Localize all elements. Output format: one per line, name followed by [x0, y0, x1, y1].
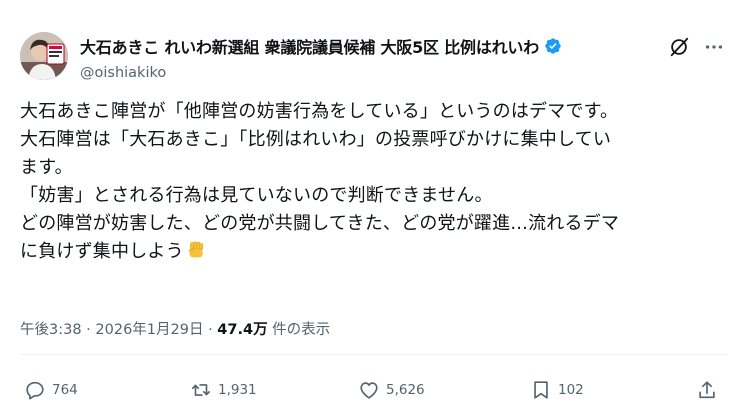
- divider: [20, 354, 728, 355]
- tweet-line: ます。: [20, 157, 73, 178]
- tweet-line-last: に負けず集中しよう: [20, 238, 732, 266]
- like-count: 5,626: [386, 382, 425, 398]
- author-handle[interactable]: @oishiakiko: [80, 65, 638, 81]
- avatar[interactable]: [20, 32, 68, 80]
- repost-count: 1,931: [218, 382, 257, 398]
- tweet-line-text: に負けず集中しよう: [20, 241, 184, 262]
- tweet-line: どの陣営が妨害した、どの党が共闘してきた、どの党が躍進...流れるデマ: [20, 213, 620, 234]
- bookmark-icon: [534, 381, 548, 399]
- meta-separator: ·: [81, 322, 96, 338]
- grok-icon[interactable]: [668, 36, 690, 58]
- raised-fist-emoji: [186, 239, 207, 260]
- verified-badge-icon[interactable]: [544, 37, 562, 55]
- share-icon: [699, 381, 715, 399]
- name-row: 大石あきこ れいわ新選組 衆議院議員候補 大阪5区 比例はれいわ: [80, 34, 638, 58]
- tweet-line: 大石あきこ陣営が「他陣営の妨害行為をしている」というのはデマです。: [20, 101, 619, 122]
- meta-separator: ·: [203, 322, 218, 338]
- reply-button[interactable]: 764: [24, 378, 78, 402]
- share-button[interactable]: [696, 378, 718, 402]
- tweet-meta: 午後3:38 · 2026年1月29日 · 47.4万 件の表示: [20, 318, 330, 339]
- reply-count: 764: [52, 382, 78, 398]
- repost-button[interactable]: 1,931: [190, 378, 257, 402]
- like-icon: [360, 382, 378, 399]
- bookmark-button[interactable]: 102: [530, 378, 584, 402]
- tweet-time[interactable]: 午後3:38: [20, 322, 82, 338]
- author-display-name[interactable]: 大石あきこ れいわ新選組 衆議院議員候補 大阪5区 比例はれいわ: [80, 34, 539, 58]
- avatar-image: [20, 32, 68, 80]
- like-button[interactable]: 5,626: [358, 378, 425, 402]
- tweet-date[interactable]: 2026年1月29日: [95, 322, 203, 338]
- view-count[interactable]: 47.4万: [217, 322, 267, 338]
- repost-icon: [191, 384, 211, 396]
- more-icon[interactable]: [702, 36, 726, 58]
- tweet-card: 大石あきこ れいわ新選組 衆議院議員候補 大阪5区 比例はれいわ @oishia…: [0, 0, 748, 420]
- author-block: 大石あきこ れいわ新選組 衆議院議員候補 大阪5区 比例はれいわ @oishia…: [80, 34, 638, 81]
- tweet-text: 大石あきこ陣営が「他陣営の妨害行為をしている」というのはデマです。 大石陣営は「…: [20, 98, 732, 266]
- reply-icon: [26, 381, 44, 400]
- view-count-label: 件の表示: [267, 322, 331, 338]
- bookmark-count: 102: [558, 382, 584, 398]
- tweet-line: 「妨害」とされる行為は見ていないので判断できません。: [20, 185, 493, 206]
- tweet-line: 大石陣営は「大石あきこ」「比例はれいわ」の投票呼びかけに集中してい: [20, 129, 612, 150]
